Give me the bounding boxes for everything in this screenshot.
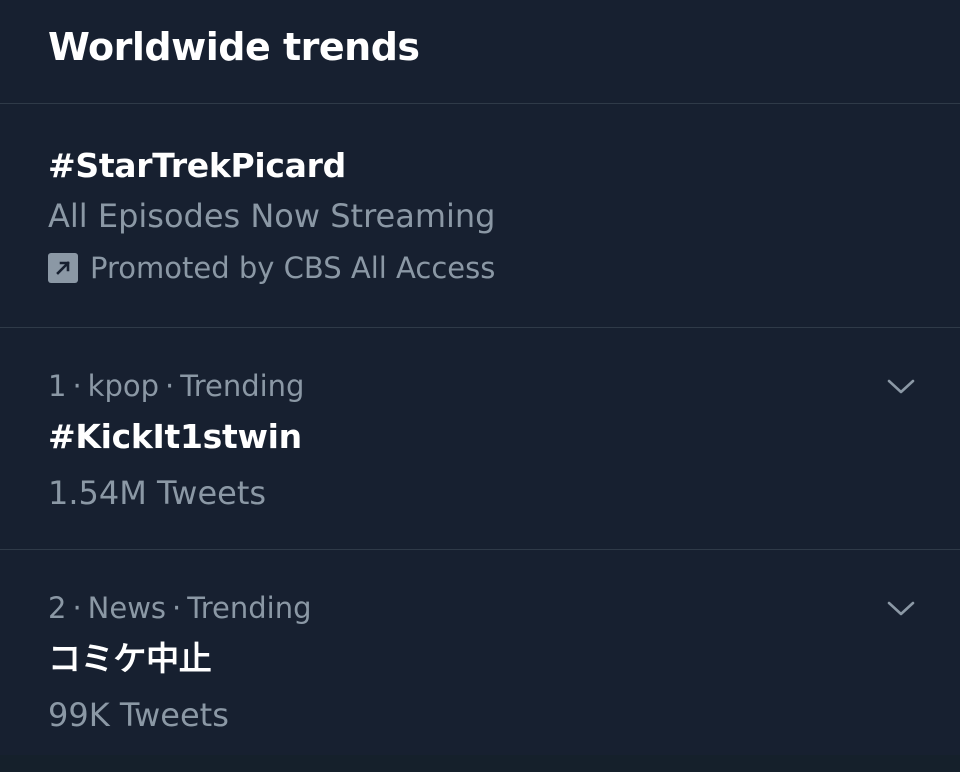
promoted-description: All Episodes Now Streaming (48, 197, 496, 235)
trend-name[interactable]: コミケ中止 (48, 630, 960, 688)
page-title: Worldwide trends (48, 24, 420, 69)
promoted-arrow-icon (48, 253, 78, 283)
promoted-hashtag[interactable]: #StarTrekPicard (48, 144, 960, 188)
trend-rank: 1 (48, 369, 67, 403)
trend-status: Trending (180, 369, 305, 403)
trends-panel: Worldwide trends #StarTrekPicard All Epi… (0, 0, 960, 755)
trend-item[interactable]: 1 · kpop · Trending #KickIt1stwin 1.54M Twee… (0, 328, 960, 550)
trend-rank: 2 (48, 591, 67, 625)
chevron-down-icon[interactable] (886, 596, 916, 620)
trends-header: Worldwide trends (0, 0, 960, 104)
chevron-down-icon[interactable] (886, 374, 916, 398)
promoted-by-text: Promoted by CBS All Access (90, 251, 496, 285)
trend-status: Trending (187, 591, 312, 625)
trend-category: kpop (87, 369, 160, 403)
trend-meta: 2 · News · Trending (48, 591, 312, 625)
trend-category: News (87, 591, 167, 625)
trend-tweet-count: 99K Tweets (48, 696, 229, 734)
trend-tweet-count: 1.54M Tweets (48, 474, 267, 512)
promoted-by-line: Promoted by CBS All Access (48, 244, 960, 292)
trend-item[interactable]: 2 · News · Trending コミケ中止 99K Tweets (0, 550, 960, 772)
trend-name[interactable]: #KickIt1stwin (48, 408, 960, 466)
promoted-trend[interactable]: #StarTrekPicard All Episodes Now Streami… (0, 104, 960, 328)
trend-meta: 1 · kpop · Trending (48, 369, 305, 403)
